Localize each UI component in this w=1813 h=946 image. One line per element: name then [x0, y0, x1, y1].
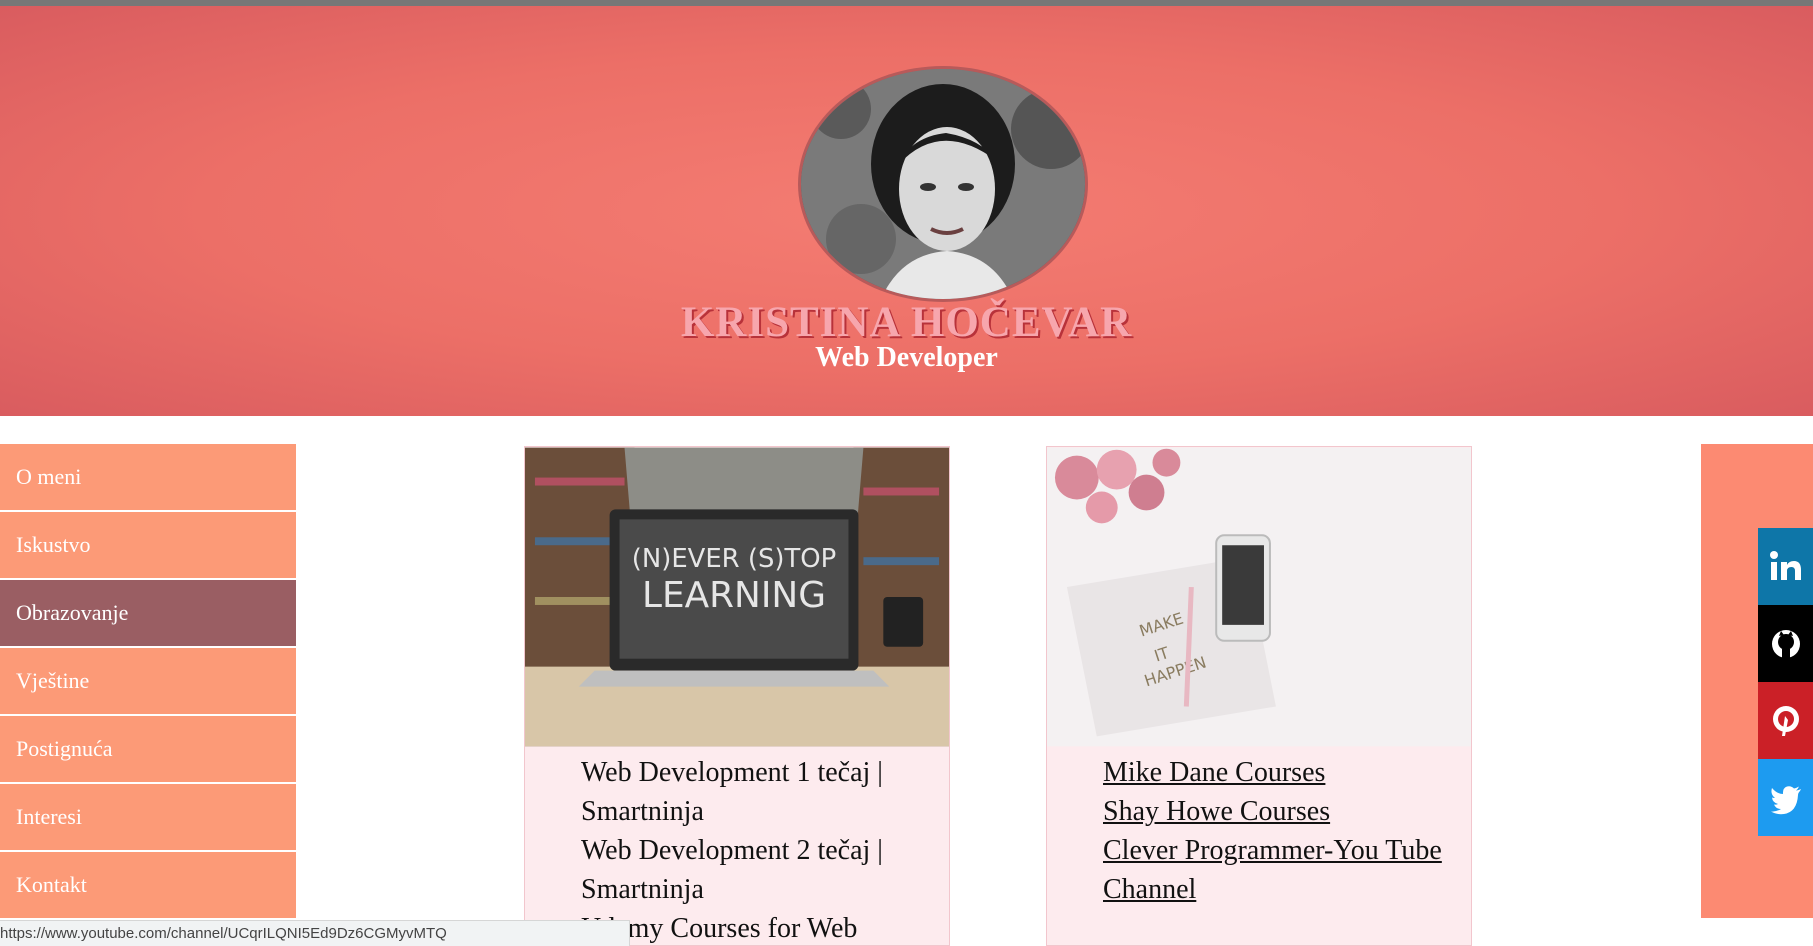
shay-howe-courses-link[interactable]: Shay Howe Courses	[1103, 796, 1330, 827]
portrait-illustration	[801, 69, 1085, 299]
profile-name: KRISTINA HOČEVAR	[680, 299, 1133, 346]
image-text-line-1: (N)EVER (S)TOP	[632, 544, 836, 574]
sidebar-nav: O meni Iskustvo Obrazovanje Vještine Pos…	[0, 444, 296, 920]
nav-item-kontakt[interactable]: Kontakt	[0, 852, 296, 918]
linkedin-button[interactable]	[1758, 528, 1813, 605]
pinterest-button[interactable]	[1758, 682, 1813, 759]
twitter-button[interactable]	[1758, 759, 1813, 836]
list-item: Web Development 1 tečaj | Smartninja	[581, 757, 883, 827]
image-text-line-2: LEARNING	[642, 575, 826, 616]
list-item: Clever Programmer-You Tube Channel	[1103, 831, 1461, 909]
list-item: Udemy Courses for Web	[581, 913, 858, 944]
make-it-happen-image: MAKE IT HAPPEN	[1047, 447, 1471, 747]
list-item: Shay Howe Courses	[1103, 792, 1461, 831]
nav-item-iskustvo[interactable]: Iskustvo	[0, 512, 296, 578]
page-header: KRISTINA HOČEVAR Web Developer	[0, 6, 1813, 416]
list-item: Web Development 2 tečaj | Smartninja	[581, 835, 883, 905]
list-item: Mike Dane Courses	[1103, 753, 1461, 792]
linkedin-icon	[1769, 550, 1801, 580]
nav-item-postignuca[interactable]: Postignuća	[0, 716, 296, 782]
nav-item-obrazovanje[interactable]: Obrazovanje	[0, 580, 296, 646]
clever-programmer-link[interactable]: Clever Programmer-You Tube Channel	[1103, 835, 1442, 905]
never-stop-learning-image: (N)EVER (S)TOP LEARNING	[525, 447, 949, 747]
github-button[interactable]	[1758, 605, 1813, 682]
browser-status-url: https://www.youtube.com/channel/UCqrILQN…	[0, 920, 630, 946]
pinterest-icon	[1772, 705, 1799, 736]
course-list: Web Development 1 tečaj | Smartninja Web…	[525, 747, 949, 945]
nav-item-interesi[interactable]: Interesi	[0, 784, 296, 850]
education-card-courses: (N)EVER (S)TOP LEARNING Web Development …	[524, 446, 950, 946]
mike-dane-courses-link[interactable]: Mike Dane Courses	[1103, 757, 1325, 788]
resource-list: Mike Dane Courses Shay Howe Courses Clev…	[1047, 747, 1471, 909]
profile-photo	[798, 66, 1088, 302]
nav-item-o-meni[interactable]: O meni	[0, 444, 296, 510]
profile-role: Web Developer	[815, 342, 998, 373]
twitter-icon	[1770, 785, 1801, 814]
nav-item-vjestine[interactable]: Vještine	[0, 648, 296, 714]
github-icon	[1771, 629, 1800, 659]
education-card-resources: MAKE IT HAPPEN Mike Dane Courses Shay Ho…	[1046, 446, 1472, 946]
